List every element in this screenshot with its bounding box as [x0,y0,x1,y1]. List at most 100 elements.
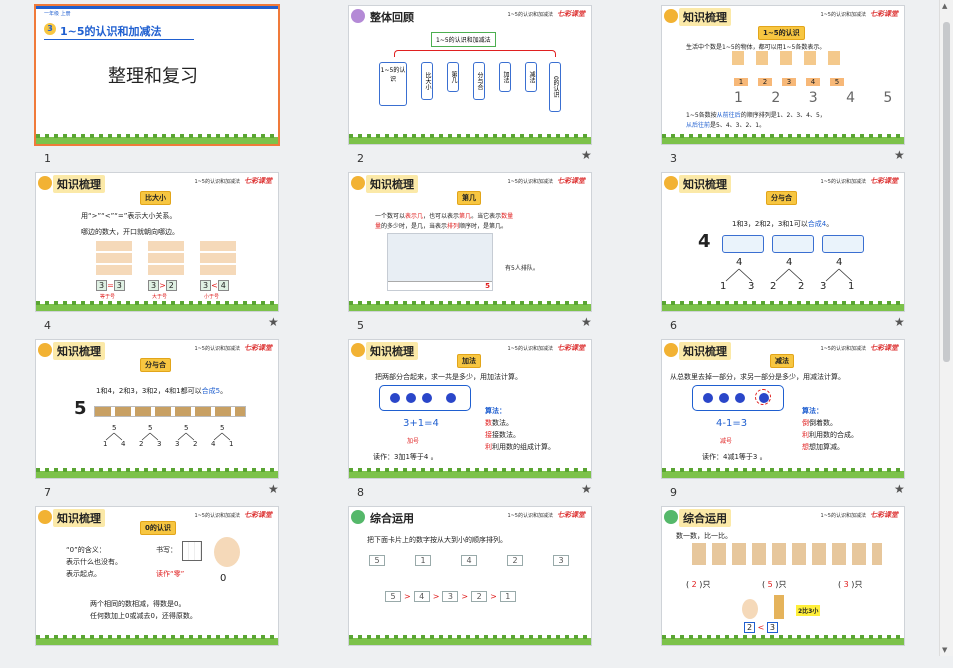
compare-less: 3 <4 [200,280,229,291]
course-name: 1~5的认识和加减法 [820,346,866,352]
owl-icon [351,176,365,190]
owl-icon [351,510,365,524]
owl-icon [351,343,365,357]
algorithm-item: 接接数法。 [485,431,520,439]
publisher-logo: 七彩课堂 [557,10,585,18]
slide-1-canvas[interactable]: 一年级 上册 3 1~5的认识和加减法 整理和复习 [34,4,280,146]
equation: 3+1=4 [403,418,439,429]
monkey-illustration [96,241,132,277]
sign-label: 大于号 [152,294,168,300]
slide-thumbnail-10[interactable]: 知识梳理 1~5的认识和加减法 七彩课堂 0的认识 “0”的含义： 表示什么也没… [0,501,312,668]
grass-strip [36,468,278,478]
slide-number: 2 [357,152,364,165]
slide-3-canvas[interactable]: 知识梳理 1~5的认识和加减法 七彩课堂 1~5的认识 生活中个数是1~5的物体… [661,5,905,145]
slide-thumbnail-9[interactable]: 知识梳理 1~5的认识和加减法 七彩课堂 减法 从总数里去掉一部分，求另一部分是… [626,334,938,501]
slide-thumbnail-5[interactable]: 知识梳理 1~5的认识和加减法 七彩课堂 第几 一个数可以表示几，也可以表示第几… [313,167,625,334]
split-part: 2 [193,440,198,448]
slide-thumbnail-4[interactable]: 知识梳理 1~5的认识和加减法 七彩课堂 比大小 用“>”“<”“=”表示大小关… [0,167,312,334]
animation-star-icon[interactable]: ★ [581,148,592,162]
body-text: 哪边的数大，开口就朝向哪边。 [81,228,179,236]
scroll-up-icon[interactable]: ▲ [942,2,947,10]
publisher-logo: 七彩课堂 [870,344,898,352]
animation-star-icon[interactable]: ★ [894,148,905,162]
slide-sorter-grid: 一年级 上册 3 1~5的认识和加减法 整理和复习 1 整体回顾 1~5的认识和… [0,0,940,656]
grass-strip [662,301,904,311]
animation-star-icon[interactable]: ★ [268,482,279,496]
header-title: 知识梳理 [366,175,418,193]
slide-thumbnail-6[interactable]: 知识梳理 1~5的认识和加减法 七彩课堂 分与合 1和3，2和2，3和1可以合成… [626,167,938,334]
algorithm-title: 算法： [802,407,823,415]
monkey-illustration [214,537,240,567]
sign-label: 减号 [720,438,733,445]
owl-icon [38,510,52,524]
slide-header: 综合运用 1~5的认识和加减法 七彩课堂 [349,507,591,527]
header-title: 知识梳理 [366,342,418,360]
header-title: 知识梳理 [53,509,105,527]
slide-number: 1 [44,152,51,165]
publisher-logo: 七彩课堂 [244,511,272,519]
scrollbar-thumb[interactable] [943,22,950,362]
monkey-illustration [200,241,236,277]
hint-label: 2比3小 [796,605,821,616]
slide-11-canvas[interactable]: 综合运用 1~5的认识和加减法 七彩课堂 把下面卡片上的数字按从大到小的顺序排列… [348,506,592,646]
slide-thumbnail-1[interactable]: 一年级 上册 3 1~5的认识和加减法 整理和复习 1 [0,0,312,167]
course-name: 1~5的认识和加减法 [507,179,553,185]
course-name: 1~5的认识和加减法 [194,513,240,519]
owl-icon [664,343,678,357]
grass-strip [662,635,904,645]
dots-box [692,385,784,411]
publisher-logo: 七彩课堂 [557,344,585,352]
objects-illustration [732,51,852,65]
count-answer: ( 3 )只 [838,580,863,589]
slide-thumbnail-7[interactable]: 知识梳理 1~5的认识和加减法 七彩课堂 分与合 1和4，2和3，3和2，4和1… [0,334,312,501]
header-title: 知识梳理 [679,8,731,26]
slide-thumbnail-2[interactable]: 整体回顾 1~5的认识和加减法 七彩课堂 1~5的认识和加减法 1~5的认识 比… [313,0,625,167]
slide-4-canvas[interactable]: 知识梳理 1~5的认识和加减法 七彩课堂 比大小 用“>”“<”“=”表示大小关… [35,172,279,312]
animation-star-icon[interactable]: ★ [894,482,905,496]
slide-number: 6 [670,319,677,332]
slide-thumbnail-8[interactable]: 知识梳理 1~5的认识和加减法 七彩课堂 加法 把两部分合起来，求一共是多少，用… [313,334,625,501]
brace-line [394,50,556,57]
course-name: 1~5的认识和加减法 [820,12,866,18]
animation-star-icon[interactable]: ★ [894,315,905,329]
grass-strip [349,468,591,478]
course-name: 1~5的认识和加减法 [820,513,866,519]
queue-note: 有5人排队。 [505,265,539,272]
vertical-scrollbar[interactable]: ▲ ▼ [939,0,953,656]
slide-thumbnail-3[interactable]: 知识梳理 1~5的认识和加减法 七彩课堂 1~5的认识 生活中个数是1~5的物体… [626,0,938,167]
slide-10-canvas[interactable]: 知识梳理 1~5的认识和加减法 七彩课堂 0的认识 “0”的含义： 表示什么也没… [35,506,279,646]
compare-equal: 3 = 3 [96,280,125,291]
zero-writing-grid [182,541,202,561]
animation-star-icon[interactable]: ★ [581,482,592,496]
slide-2-canvas[interactable]: 整体回顾 1~5的认识和加减法 七彩课堂 1~5的认识和加减法 1~5的认识 比… [348,5,592,145]
body-text: 数一数，比一比。 [676,532,732,540]
rule-text: 任何数加上0或减去0，还得原数。 [90,612,197,620]
grass-strip [36,134,278,144]
grass-strip [662,134,904,144]
header-title: 整体回顾 [370,11,414,24]
publisher-logo: 七彩课堂 [870,10,898,18]
concept-node: 减法 [525,62,537,92]
animation-star-icon[interactable]: ★ [268,315,279,329]
grass-strip [349,134,591,144]
compare-greater: 3 >2 [148,280,177,291]
split-part: 1 [229,440,234,448]
topic-tag: 第几 [457,191,481,205]
slide-5-canvas[interactable]: 知识梳理 1~5的认识和加减法 七彩课堂 第几 一个数可以表示几，也可以表示第几… [348,172,592,312]
animation-star-icon[interactable]: ★ [581,315,592,329]
slide-thumbnail-11[interactable]: 综合运用 1~5的认识和加减法 七彩课堂 把下面卡片上的数字按从大到小的顺序排列… [313,501,625,668]
slide-12-canvas[interactable]: 综合运用 1~5的认识和加减法 七彩课堂 数一数，比一比。 ( 2 )只 ( 5… [661,506,905,646]
position-label: 5 [485,282,490,290]
split-part: 3 [175,440,180,448]
slide-8-canvas[interactable]: 知识梳理 1~5的认识和加减法 七彩课堂 加法 把两部分合起来，求一共是多少，用… [348,339,592,479]
header-title: 知识梳理 [679,342,731,360]
slide-thumbnail-12[interactable]: 综合运用 1~5的认识和加减法 七彩课堂 数一数，比一比。 ( 2 )只 ( 5… [626,501,938,668]
scroll-down-icon[interactable]: ▼ [942,646,947,654]
publisher-logo: 七彩课堂 [244,177,272,185]
slide-9-canvas[interactable]: 知识梳理 1~5的认识和加减法 七彩课堂 减法 从总数里去掉一部分，求另一部分是… [661,339,905,479]
slide-6-canvas[interactable]: 知识梳理 1~5的认识和加减法 七彩课堂 分与合 1和3，2和2，3和1可以合成… [661,172,905,312]
count-answer: ( 5 )只 [762,580,787,589]
topic-tag: 比大小 [140,191,171,205]
body-text: “0”的含义： [66,546,106,554]
slide-7-canvas[interactable]: 知识梳理 1~5的认识和加减法 七彩课堂 分与合 1和4，2和3，3和2，4和1… [35,339,279,479]
